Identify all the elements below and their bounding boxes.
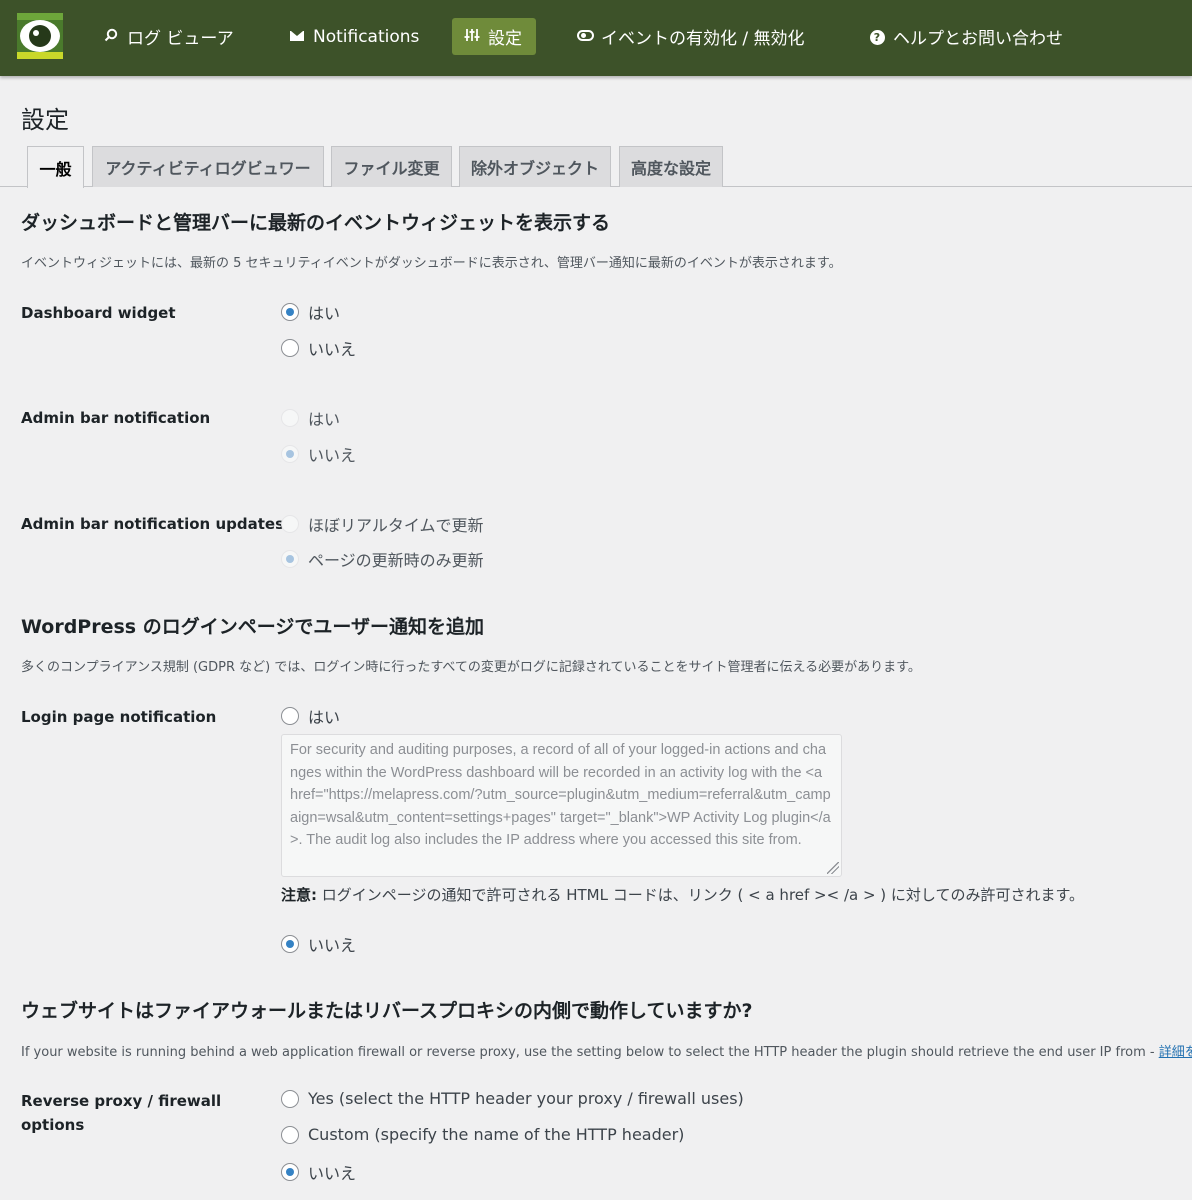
proxy-no-radio[interactable] [281, 1163, 299, 1181]
logo-eye [20, 20, 60, 52]
proxy-custom-text: Custom (specify the name of the HTTP hea… [308, 1125, 685, 1144]
proxy-custom-radio[interactable] [281, 1125, 299, 1144]
login-notification-no-option[interactable]: いいえ [281, 932, 356, 956]
nav-enable-disable-events[interactable]: イベントの有効化 / 無効化 [565, 18, 817, 55]
proxy-yes-option[interactable]: Yes (select the HTTP header your proxy /… [281, 1089, 744, 1108]
login-page-notification-label: Login page notification [21, 708, 217, 726]
nav-settings[interactable]: 設定 [452, 18, 536, 55]
widget-section-heading: ダッシュボードと管理バーに最新のイベントウィジェットを表示する [21, 212, 611, 234]
dashboard-widget-yes-radio[interactable] [281, 303, 299, 321]
tab-file-changes[interactable]: ファイル変更 [331, 146, 452, 187]
nav-help-label: ヘルプとお問い合わせ [893, 29, 1063, 49]
tab-activity-log-viewer[interactable]: アクティビティログビュワー [92, 146, 324, 187]
nav-enable-disable-label: イベントの有効化 / 無効化 [601, 29, 805, 49]
help-icon: ? [869, 29, 885, 45]
login-notification-textarea[interactable]: For security and auditing purposes, a re… [281, 734, 842, 877]
login-section-description: 多くのコンプライアンス規制 (GDPR など) では、ログイン時に行ったすべての… [21, 660, 921, 675]
proxy-section-description: If your website is running behind a web … [21, 1041, 1192, 1060]
proxy-no-text: いいえ [308, 1164, 357, 1183]
login-section-heading: WordPress のログインページでユーザー通知を追加 [21, 616, 484, 638]
sliders-icon [464, 28, 480, 46]
reverse-proxy-label-line1: Reverse proxy / firewall [21, 1092, 222, 1110]
admin-bar-updates-realtime-option[interactable]: ほぼリアルタイムで更新 [281, 512, 484, 536]
tab-general[interactable]: 一般 [27, 146, 84, 188]
dashboard-widget-no-option[interactable]: いいえ [281, 336, 356, 360]
resize-handle-icon[interactable] [827, 862, 839, 874]
logo-pupil [29, 25, 51, 47]
proxy-section-heading: ウェブサイトはファイアウォールまたはリバースプロキシの内側で動作していますか? [21, 1000, 753, 1022]
dashboard-widget-no-text: いいえ [308, 340, 357, 359]
tab-excluded-objects[interactable]: 除外オブジェクト [459, 146, 611, 187]
page-title: 設定 [21, 106, 69, 134]
login-notification-no-radio[interactable] [281, 935, 299, 953]
admin-bar-updates-pageload-text: ページの更新時のみ更新 [308, 551, 484, 570]
login-notification-textarea-value: For security and auditing purposes, a re… [290, 742, 831, 849]
admin-bar-notification-yes-text: はい [308, 410, 341, 429]
dashboard-widget-label: Dashboard widget [21, 304, 176, 322]
admin-bar-updates-pageload-radio[interactable] [281, 550, 299, 568]
login-notification-yes-text: はい [308, 708, 341, 727]
admin-bar-updates-realtime-text: ほぼリアルタイムで更新 [308, 516, 484, 535]
nav-log-viewer-label: ログ ビューア [127, 29, 234, 49]
proxy-description-text: If your website is running behind a web … [21, 1045, 1159, 1060]
proxy-yes-radio[interactable] [281, 1089, 299, 1108]
wsal-eye-logo-icon[interactable] [17, 13, 63, 59]
nav-settings-label: 設定 [488, 29, 522, 49]
admin-bar-notification-label: Admin bar notification [21, 409, 211, 427]
dashboard-widget-yes-text: はい [308, 304, 341, 323]
tab-advanced-settings[interactable]: 高度な設定 [619, 146, 723, 187]
reverse-proxy-label: Reverse proxy / firewall options [21, 1089, 221, 1137]
search-icon [103, 28, 119, 46]
nav-notifications[interactable]: Notifications [277, 18, 431, 55]
note-label: 注意: [281, 886, 317, 904]
admin-bar-notification-yes-option[interactable]: はい [281, 406, 340, 430]
login-notification-yes-option[interactable]: はい [281, 704, 340, 728]
note-text: ログインページの通知で許可される HTML コードは、リンク ( < a hre… [317, 886, 1084, 904]
reverse-proxy-label-line2: options [21, 1116, 85, 1134]
nav-notifications-label: Notifications [313, 26, 420, 47]
admin-bar-notification-no-radio[interactable] [281, 445, 299, 463]
proxy-no-option[interactable]: いいえ [281, 1160, 356, 1184]
login-notification-no-text: いいえ [308, 936, 357, 955]
dashboard-widget-yes-option[interactable]: はい [281, 300, 340, 324]
proxy-custom-option[interactable]: Custom (specify the name of the HTTP hea… [281, 1125, 684, 1144]
logo-bar-bottom [17, 52, 63, 59]
admin-bar-updates-pageload-option[interactable]: ページの更新時のみ更新 [281, 547, 484, 571]
nav-help-contact[interactable]: ? ヘルプとお問い合わせ [857, 18, 1075, 55]
login-notification-note: 注意: ログインページの通知で許可される HTML コードは、リンク ( < a… [281, 884, 1084, 905]
admin-bar-notification-yes-radio[interactable] [281, 409, 299, 427]
learn-more-link[interactable]: 詳細を [1159, 1045, 1192, 1060]
toggle-icon [577, 29, 594, 45]
admin-bar-updates-label: Admin bar notification updates [21, 515, 284, 533]
nav-log-viewer[interactable]: ログ ビューア [91, 18, 246, 55]
admin-bar-notification-no-option[interactable]: いいえ [281, 442, 356, 466]
widget-section-description: イベントウィジェットには、最新の 5 セキュリティイベントがダッシュボードに表示… [21, 256, 842, 271]
admin-bar-updates-realtime-radio[interactable] [281, 515, 299, 533]
dashboard-widget-no-radio[interactable] [281, 339, 299, 357]
admin-bar-notification-no-text: いいえ [308, 446, 357, 465]
top-nav-bar: ログ ビューア Notifications 設定 イベントの有効化 / 無効化 … [0, 0, 1192, 76]
proxy-yes-text: Yes (select the HTTP header your proxy /… [308, 1089, 744, 1108]
settings-tabs: 一般 アクティビティログビュワー ファイル変更 除外オブジェクト 高度な設定 [0, 146, 1192, 188]
mail-icon [289, 29, 305, 45]
login-notification-yes-radio[interactable] [281, 707, 299, 725]
logo-bar-top [17, 13, 63, 20]
